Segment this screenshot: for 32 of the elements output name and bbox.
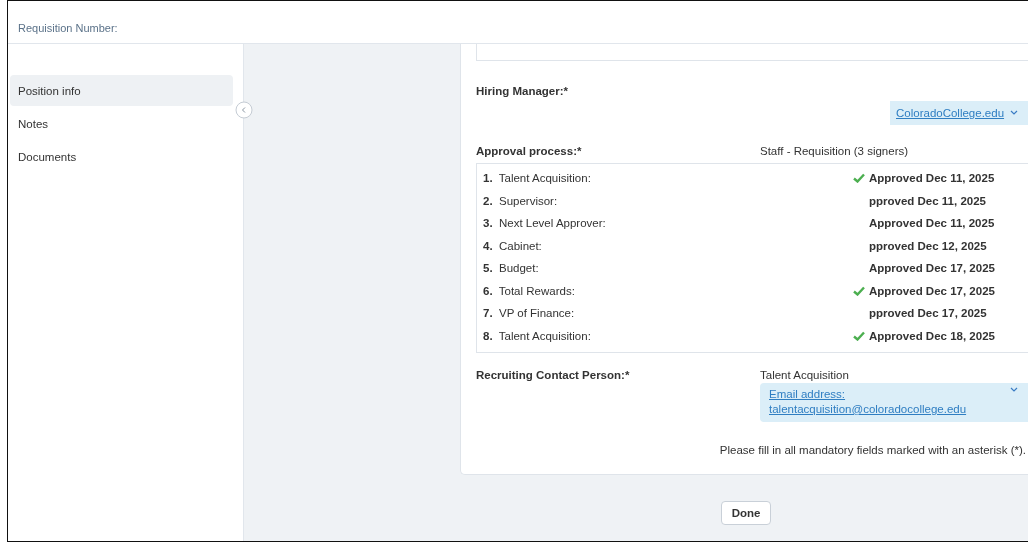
sidebar-item[interactable]: Documents xyxy=(10,141,233,172)
sidebar-item[interactable]: Notes xyxy=(10,108,233,139)
step-name: 7. VP of Finance: xyxy=(483,307,576,320)
sidebar-item[interactable]: Position info xyxy=(10,75,233,106)
chevron-down-icon[interactable] xyxy=(1010,110,1019,116)
done-button[interactable]: Done xyxy=(720,501,772,525)
approval-status: pproved Dec 11, 2025 xyxy=(869,194,986,207)
mandatory-note: Please fill in all mandatory fields marked with an asterisk (*). xyxy=(718,444,1027,456)
step-name: 4. Cabinet: xyxy=(483,239,543,252)
step-name: 6. Total Rewards: xyxy=(483,284,576,297)
requisition-number-label: Requisition Number: xyxy=(18,22,118,34)
hiring-manager-dropdown[interactable]: ColoradoCollege.edu xyxy=(890,101,1028,125)
step-name: 1. Talent Acquisition: xyxy=(483,172,592,185)
contact-dropdown[interactable]: Email address: talentacquisition@coloradocollege.edu xyxy=(760,383,1028,422)
step-name: 2. Supervisor: xyxy=(483,194,559,207)
approval-status: Approved Dec 11, 2025 xyxy=(869,172,995,185)
step-name: 5. Budget: xyxy=(483,262,540,275)
approval-status: Approved Dec 17, 2025 xyxy=(869,262,995,275)
approval-status: Approved Dec 11, 2025 xyxy=(869,217,995,230)
step-name: 8. Talent Acquisition: xyxy=(483,329,592,342)
approval-status: pproved Dec 12, 2025 xyxy=(869,239,987,252)
step-name: 3. Next Level Approver: xyxy=(483,217,607,230)
contact-name: Talent Acquisition xyxy=(760,369,850,381)
approval-status: Approved Dec 17, 2025 xyxy=(869,284,995,297)
text-field[interactable] xyxy=(476,44,1028,61)
approval-template: Staff - Requisition (3 signers) xyxy=(760,145,909,157)
field-label: Hiring Manager:* xyxy=(476,85,569,97)
field-label: Recruiting Contact Person:* xyxy=(476,369,631,383)
field-label: Approval process:* xyxy=(476,145,583,157)
approval-status: pproved Dec 17, 2025 xyxy=(869,307,987,320)
approval-status: Approved Dec 18, 2025 xyxy=(869,329,995,342)
chevron-down-icon[interactable] xyxy=(1010,387,1018,393)
